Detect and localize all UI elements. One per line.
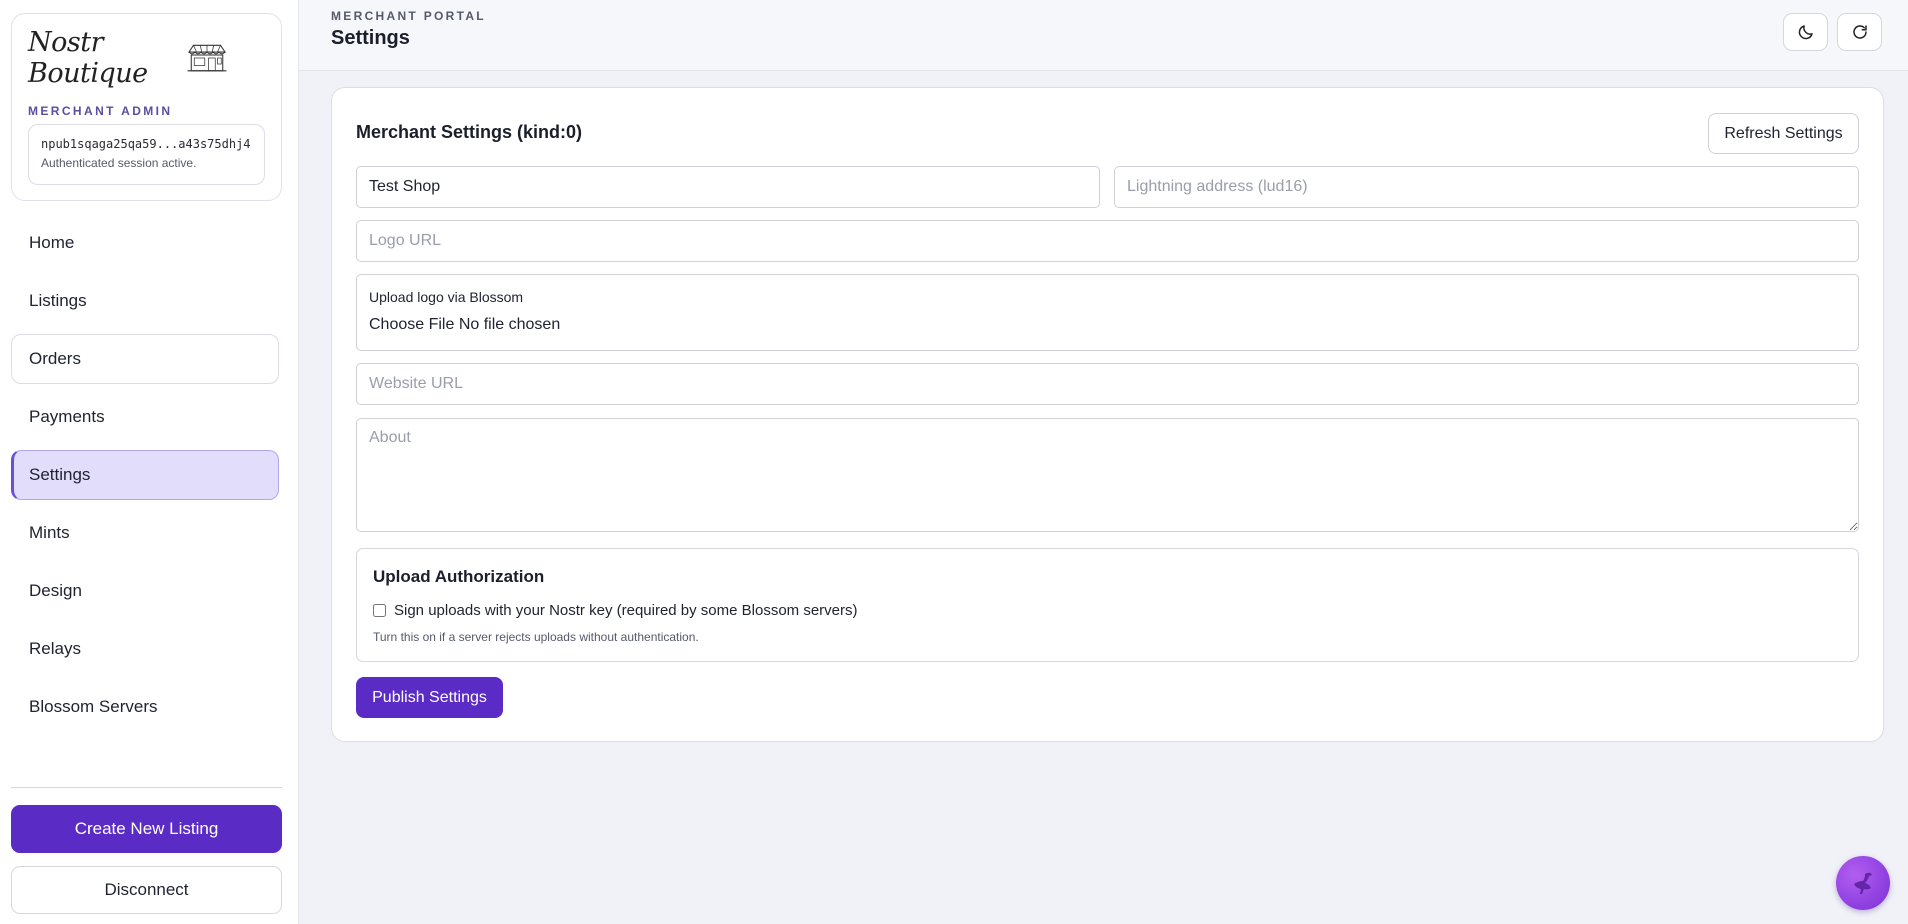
choose-file-button[interactable]: Choose File bbox=[369, 316, 454, 333]
page-title: Settings bbox=[331, 27, 410, 49]
sidebar-item-listings[interactable]: Listings bbox=[11, 276, 279, 326]
sidebar-item-payments[interactable]: Payments bbox=[11, 392, 279, 442]
upload-auth-hint: Turn this on if a server rejects uploads… bbox=[373, 630, 699, 644]
section-label: MERCHANT PORTAL bbox=[331, 9, 486, 23]
brand-card: Nostr Boutique MERCHANT ADMIN npub1sqaga… bbox=[11, 13, 282, 201]
sign-uploads-label: Sign uploads with your Nostr key (requir… bbox=[394, 602, 858, 619]
sidebar-divider bbox=[11, 787, 282, 788]
sidebar-nav: Home Listings Orders Payments Settings M… bbox=[11, 218, 279, 740]
website-url-input[interactable] bbox=[356, 363, 1859, 405]
sidebar-item-settings[interactable]: Settings bbox=[11, 450, 279, 500]
publish-settings-button[interactable]: Publish Settings bbox=[356, 677, 503, 718]
sidebar-item-design[interactable]: Design bbox=[11, 566, 279, 616]
refresh-settings-button[interactable]: Refresh Settings bbox=[1708, 113, 1859, 154]
merchant-settings-card: Merchant Settings (kind:0) Refresh Setti… bbox=[331, 87, 1884, 742]
upload-authorization-title: Upload Authorization bbox=[373, 567, 545, 586]
no-file-text: No file chosen bbox=[458, 316, 561, 333]
ostrich-icon bbox=[1854, 872, 1872, 894]
shop-name-input[interactable] bbox=[356, 166, 1100, 208]
session-status: Authenticated session active. bbox=[41, 156, 197, 170]
sidebar-item-relays[interactable]: Relays bbox=[11, 624, 279, 674]
logo-text: Nostr Boutique bbox=[28, 27, 148, 89]
sign-uploads-checkbox[interactable] bbox=[373, 604, 386, 617]
sign-uploads-row[interactable]: Sign uploads with your Nostr key (requir… bbox=[373, 602, 858, 619]
upload-label: Upload logo via Blossom bbox=[369, 289, 524, 305]
upload-authorization-box: Upload Authorization Sign uploads with y… bbox=[356, 548, 1859, 662]
theme-toggle-button[interactable] bbox=[1783, 13, 1828, 51]
merchant-admin-label: MERCHANT ADMIN bbox=[28, 104, 173, 118]
about-textarea[interactable] bbox=[356, 418, 1859, 532]
logo-url-input[interactable] bbox=[356, 220, 1859, 262]
lightning-address-input[interactable] bbox=[1114, 166, 1859, 208]
sidebar-item-orders[interactable]: Orders bbox=[11, 334, 279, 384]
card-title: Merchant Settings (kind:0) bbox=[356, 122, 583, 142]
npub-box: npub1sqaga25qa59...a43s75dhj4 Authentica… bbox=[28, 124, 265, 185]
top-header: MERCHANT PORTAL Settings bbox=[299, 0, 1908, 71]
disconnect-button[interactable]: Disconnect bbox=[11, 866, 282, 914]
storefront-icon bbox=[187, 44, 227, 72]
sidebar: Nostr Boutique MERCHANT ADMIN npub1sqaga… bbox=[0, 0, 299, 924]
assistant-fab-button[interactable] bbox=[1836, 856, 1890, 910]
file-picker[interactable]: Choose File No file chosen bbox=[369, 316, 560, 334]
sidebar-item-home[interactable]: Home bbox=[11, 218, 279, 268]
blossom-upload-box: Upload logo via Blossom Choose File No f… bbox=[356, 274, 1859, 351]
create-new-listing-button[interactable]: Create New Listing bbox=[11, 805, 282, 853]
sidebar-item-mints[interactable]: Mints bbox=[11, 508, 279, 558]
brand-logo[interactable]: Nostr Boutique bbox=[28, 27, 228, 89]
npub-value: npub1sqaga25qa59...a43s75dhj4 bbox=[41, 137, 251, 151]
moon-icon bbox=[1798, 25, 1813, 40]
reload-button[interactable] bbox=[1837, 13, 1882, 51]
refresh-icon bbox=[1852, 25, 1867, 39]
sidebar-item-blossom-servers[interactable]: Blossom Servers bbox=[11, 682, 279, 732]
